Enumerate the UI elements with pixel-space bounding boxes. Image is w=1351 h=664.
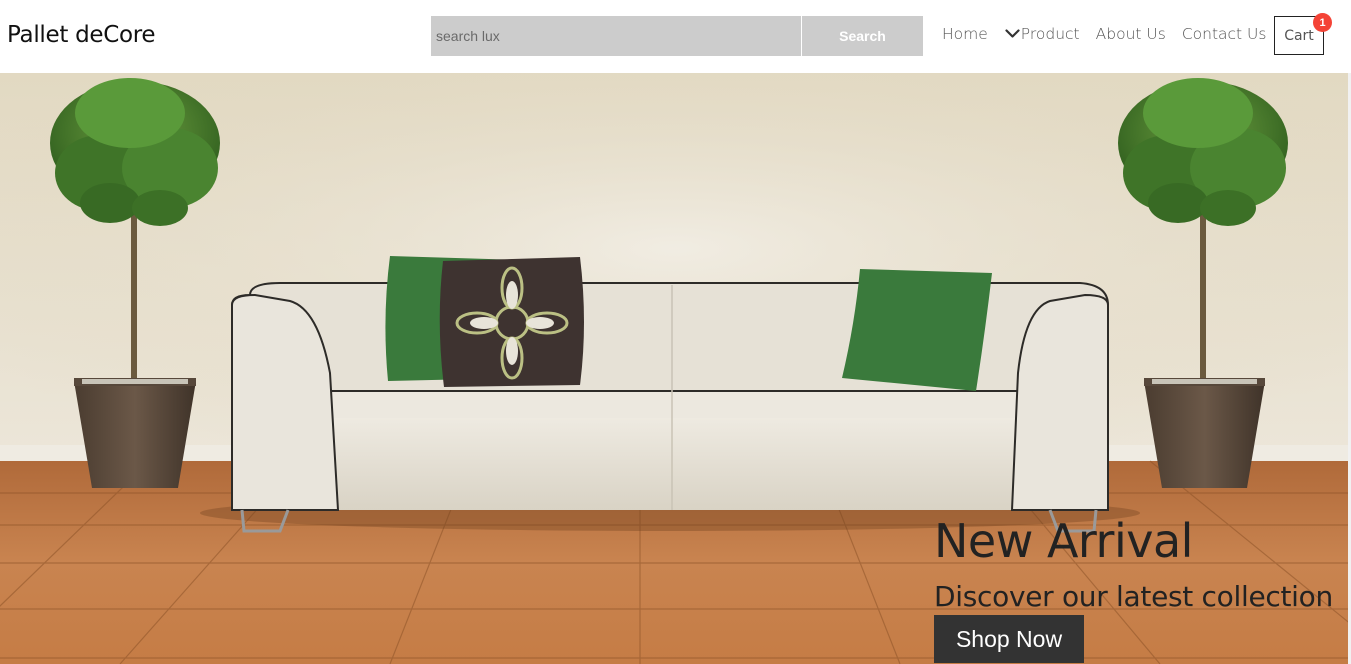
- main-nav: Home Product About Us Contact Us: [942, 25, 1266, 43]
- nav-about-us[interactable]: About Us: [1096, 25, 1166, 43]
- search-button[interactable]: Search: [802, 16, 923, 56]
- cart-count-badge: 1: [1313, 13, 1332, 32]
- sofa: [231, 256, 1109, 533]
- chevron-down-icon: [1005, 29, 1020, 38]
- shop-now-button[interactable]: Shop Now: [934, 615, 1084, 663]
- search-bar: Search: [431, 16, 923, 56]
- site-header: Pallet deCore Search Home Product About …: [0, 0, 1351, 73]
- brand-logo[interactable]: Pallet deCore: [7, 22, 156, 48]
- nav-home[interactable]: Home: [942, 25, 988, 43]
- hero-title: New Arrival: [934, 514, 1193, 568]
- nav-contact-us[interactable]: Contact Us: [1182, 25, 1267, 43]
- nav-product-label: Product: [1020, 25, 1080, 43]
- search-input[interactable]: [431, 16, 801, 56]
- hero-subtitle: Discover our latest collection: [934, 580, 1333, 613]
- hero-text-block: New Arrival Discover our latest collecti…: [934, 512, 1344, 615]
- nav-product[interactable]: Product: [1005, 25, 1080, 43]
